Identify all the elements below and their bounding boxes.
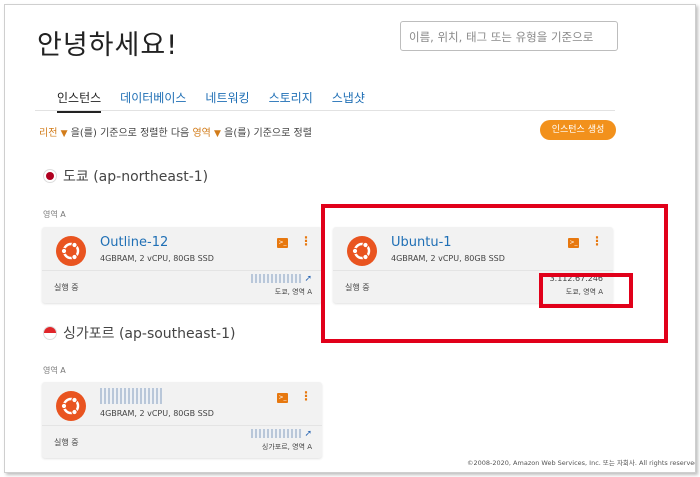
chevron-down-icon[interactable]: ▼ — [61, 129, 68, 139]
terminal-icon[interactable]: >_ — [277, 238, 288, 248]
region-name: 도쿄 (ap-northeast-1) — [63, 169, 209, 185]
region-header-singapore: 싱가포르 (ap-southeast-1) — [43, 323, 235, 343]
tab-divider — [35, 110, 615, 111]
sort-controls: 리전 ▼ 을(를) 기준으로 정렬한 다음 영역 ▼ 을(를) 기준으로 정렬 — [39, 124, 312, 139]
instance-location: 싱가포르, 영역 A — [261, 443, 312, 451]
singapore-flag-icon — [43, 326, 57, 340]
pin-icon[interactable]: ➚ — [304, 429, 312, 439]
kebab-menu-icon[interactable]: ⋮ — [300, 235, 312, 247]
instance-name[interactable]: Outline-12 — [100, 235, 168, 250]
instance-ip-redacted: 000.000.000 ➚ — [251, 429, 312, 439]
terminal-icon[interactable]: >_ — [277, 393, 288, 403]
ubuntu-logo-icon — [56, 391, 86, 421]
instance-name-redacted[interactable] — [100, 388, 162, 408]
instance-ip-redacted: 000.000.000 ➚ — [251, 274, 312, 284]
sort-field-zone[interactable]: 영역 — [192, 128, 210, 139]
instance-card[interactable]: Outline-12 4GBRAM, 2 vCPU, 80GB SSD >_ ⋮… — [42, 227, 322, 303]
app-window: 안녕하세요! 이름, 위치, 태그 또는 유형을 기준으로 인스턴스 데이터베이… — [4, 4, 696, 473]
region-name: 싱가포르 (ap-southeast-1) — [63, 326, 236, 342]
japan-flag-icon — [43, 169, 57, 183]
pin-icon[interactable]: ➚ — [304, 274, 312, 284]
card-divider — [42, 270, 322, 271]
page-title: 안녕하세요! — [37, 30, 179, 61]
instance-spec: 4GBRAM, 2 vCPU, 80GB SSD — [100, 409, 214, 418]
sort-text: 을(를) 기준으로 정렬한 다음 — [70, 128, 190, 139]
create-instance-button[interactable]: 인스턴스 생성 — [540, 120, 616, 140]
zone-label: 영역 A — [43, 366, 66, 375]
instance-location: 도쿄, 영역 A — [274, 288, 312, 296]
zone-label: 영역 A — [43, 210, 66, 219]
search-input[interactable]: 이름, 위치, 태그 또는 유형을 기준으로 — [400, 21, 618, 51]
instance-status: 실행 중 — [54, 283, 79, 292]
sort-text: 을(를) 기준으로 정렬 — [224, 128, 312, 139]
instance-spec: 4GBRAM, 2 vCPU, 80GB SSD — [100, 254, 214, 263]
ubuntu-logo-icon — [56, 236, 86, 266]
kebab-menu-icon[interactable]: ⋮ — [300, 390, 312, 402]
card-divider — [42, 425, 322, 426]
sort-field-region[interactable]: 리전 — [39, 128, 57, 139]
instance-card[interactable]: 4GBRAM, 2 vCPU, 80GB SSD >_ ⋮ 실행 중 000.0… — [42, 382, 322, 458]
chevron-down-icon[interactable]: ▼ — [214, 129, 221, 139]
footer-copyright: ©2008-2020, Amazon Web Services, Inc. 또는… — [467, 459, 696, 467]
instance-status: 실행 중 — [54, 438, 79, 447]
highlight-box — [539, 273, 633, 308]
region-header-tokyo: 도쿄 (ap-northeast-1) — [43, 166, 208, 186]
